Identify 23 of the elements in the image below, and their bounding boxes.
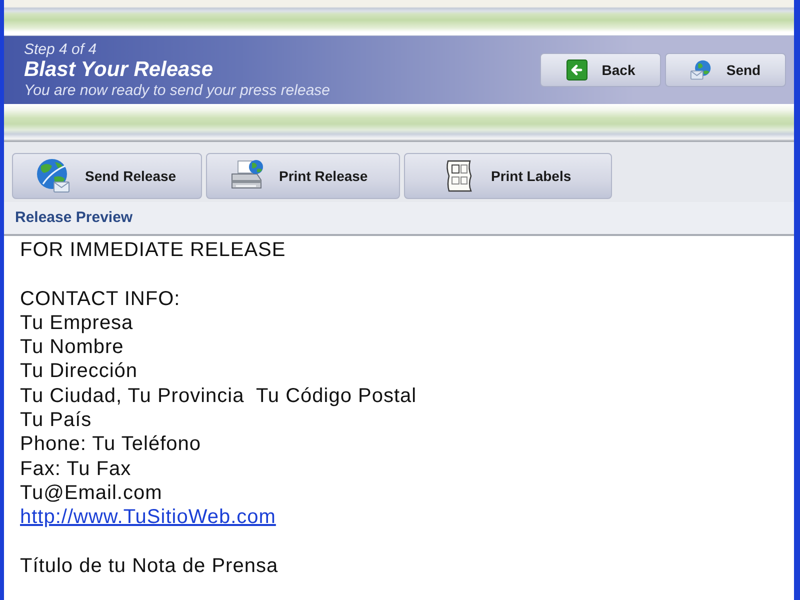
release-text-line: Tu Ciudad, Tu Provincia Tu Código Postal xyxy=(20,384,417,408)
release-text-line: CONTACT INFO: xyxy=(20,286,180,311)
wizard-title: Blast Your Release xyxy=(24,58,214,82)
globe-envelope-icon xyxy=(35,158,71,194)
release-text-line: Phone: Tu Teléfono xyxy=(20,432,201,457)
send-release-button[interactable]: Send Release xyxy=(12,153,202,199)
print-labels-button[interactable]: Print Labels xyxy=(404,153,612,199)
release-text-line: Tu Empresa xyxy=(20,310,134,336)
website-link[interactable]: http://www.TuSitioWeb.com xyxy=(20,506,276,528)
release-text-line: Título de tu Nota de Prensa xyxy=(20,554,278,578)
release-text-line: Tu Dirección xyxy=(20,359,138,384)
step-indicator: Step 4 of 4 xyxy=(24,42,98,58)
release-text-line: Tu País xyxy=(20,408,92,432)
print-release-button[interactable]: Print Release xyxy=(206,153,400,199)
release-text-line: FOR IMMEDIATE RELEASE xyxy=(20,238,286,262)
preview-heading: Release Preview xyxy=(14,208,133,228)
send-button[interactable]: Send xyxy=(665,53,786,87)
back-button[interactable]: Back xyxy=(540,53,661,87)
release-text-line: Tu Nombre xyxy=(20,335,124,360)
release-text-line: Tu@Email.com xyxy=(20,480,162,506)
wizard-subtitle: You are now ready to send your press release xyxy=(24,82,330,98)
release-text-line: Fax: Tu Fax xyxy=(20,456,132,481)
globe-envelope-icon xyxy=(690,59,712,81)
